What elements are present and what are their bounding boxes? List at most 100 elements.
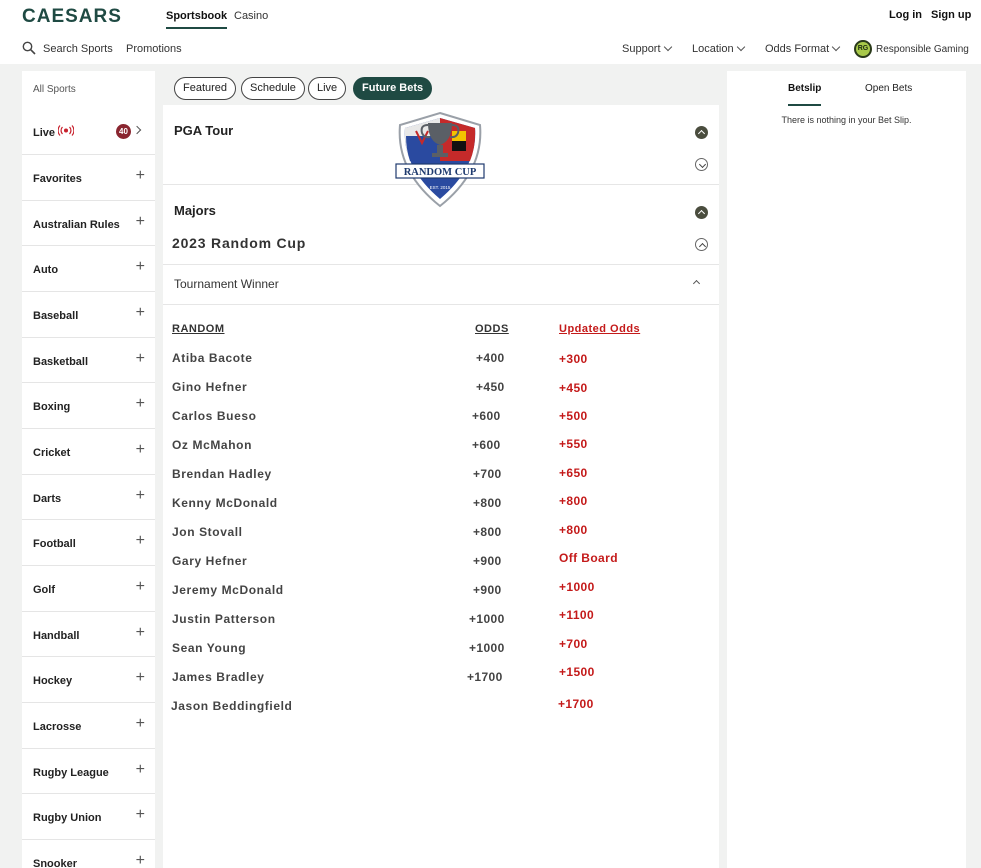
- plus-icon[interactable]: +: [136, 853, 145, 868]
- updated-odds-value[interactable]: +1500: [559, 665, 595, 679]
- odds-value[interactable]: +800: [473, 525, 502, 539]
- sidebar-item-golf[interactable]: Golf +: [22, 565, 155, 610]
- sidebar-item-rugby-league[interactable]: Rugby League +: [22, 748, 155, 793]
- updated-odds-value[interactable]: +800: [559, 494, 588, 508]
- updated-odds-value[interactable]: +700: [559, 637, 588, 651]
- odds-value[interactable]: +900: [473, 554, 502, 568]
- updated-odds-value[interactable]: +1700: [558, 697, 594, 711]
- odds-value[interactable]: +600: [472, 438, 501, 452]
- updated-odds-value[interactable]: +300: [559, 352, 588, 366]
- odds-value[interactable]: +900: [473, 583, 502, 597]
- sidebar-item-darts[interactable]: Darts +: [22, 474, 155, 519]
- player-name: Atiba Bacote: [172, 351, 253, 365]
- search-sports-link[interactable]: Search Sports: [43, 43, 113, 55]
- search-icon[interactable]: [22, 41, 36, 55]
- filter-schedule[interactable]: Schedule: [241, 77, 305, 100]
- location-menu[interactable]: Location: [692, 42, 745, 55]
- all-sports-label[interactable]: All Sports: [33, 84, 76, 95]
- sidebar-item-cricket[interactable]: Cricket +: [22, 428, 155, 473]
- updated-odds-value[interactable]: +500: [559, 409, 588, 423]
- plus-icon[interactable]: +: [136, 579, 145, 595]
- plus-icon[interactable]: +: [136, 716, 145, 732]
- filter-featured[interactable]: Featured: [174, 77, 237, 100]
- promotions-link[interactable]: Promotions: [126, 43, 182, 55]
- odds-value[interactable]: +1000: [469, 612, 505, 626]
- signup-link[interactable]: Sign up: [931, 9, 971, 21]
- collapse-icon[interactable]: [695, 206, 708, 219]
- sports-sidebar: All Sports Live 40 Favorites + Australian …: [22, 71, 155, 868]
- live-broadcast-icon: [58, 125, 74, 136]
- odds-value[interactable]: +800: [473, 496, 502, 510]
- chevron-up-icon[interactable]: [695, 238, 708, 251]
- sidebar-item-hockey[interactable]: Hockey +: [22, 656, 155, 701]
- sidebar-item-basketball[interactable]: Basketball +: [22, 337, 155, 382]
- odds-value[interactable]: +600: [472, 409, 501, 423]
- updated-odds-value[interactable]: +1100: [559, 608, 594, 622]
- plus-icon[interactable]: +: [136, 259, 145, 275]
- plus-icon[interactable]: +: [136, 762, 145, 778]
- updated-odds-value[interactable]: +1000: [559, 580, 595, 594]
- support-menu[interactable]: Support: [622, 42, 672, 55]
- divider: [163, 304, 719, 305]
- updated-odds-value[interactable]: +800: [559, 523, 588, 537]
- odds-value[interactable]: +1700: [467, 670, 503, 684]
- sidebar-item-rugby-union[interactable]: Rugby Union +: [22, 793, 155, 838]
- odds-value[interactable]: +700: [473, 467, 502, 481]
- player-name: Jason Beddingfield: [171, 699, 293, 713]
- sidebar-item-auto[interactable]: Auto +: [22, 245, 155, 290]
- sidebar-item-label: Auto: [33, 264, 59, 276]
- sidebar-item-lacrosse[interactable]: Lacrosse +: [22, 702, 155, 747]
- market-title[interactable]: Tournament Winner: [174, 277, 279, 291]
- support-label: Support: [622, 43, 661, 55]
- player-name: Brendan Hadley: [172, 467, 272, 481]
- sidebar-item-handball[interactable]: Handball +: [22, 611, 155, 656]
- section-pga-tour[interactable]: PGA Tour: [174, 123, 233, 138]
- plus-icon[interactable]: +: [136, 533, 145, 549]
- sidebar-item-boxing[interactable]: Boxing +: [22, 382, 155, 427]
- rg-icon: RG: [854, 40, 872, 58]
- plus-icon[interactable]: +: [136, 396, 145, 412]
- sidebar-item-snooker[interactable]: Snooker +: [22, 839, 155, 868]
- odds-value[interactable]: +400: [476, 351, 505, 365]
- plus-icon[interactable]: +: [136, 168, 145, 184]
- updated-odds-value[interactable]: Off Board: [559, 551, 618, 565]
- column-header-odds: ODDS: [475, 323, 509, 335]
- plus-icon[interactable]: +: [136, 442, 145, 458]
- plus-icon[interactable]: +: [136, 351, 145, 367]
- sidebar-item-baseball[interactable]: Baseball +: [22, 291, 155, 336]
- brand-logo[interactable]: CAESARS: [22, 6, 122, 28]
- updated-odds-value[interactable]: +650: [559, 466, 588, 480]
- sidebar-item-label: Basketball: [33, 356, 89, 368]
- odds-value[interactable]: +450: [476, 380, 505, 394]
- filter-live[interactable]: Live: [308, 77, 347, 100]
- section-majors[interactable]: Majors: [174, 203, 216, 218]
- sidebar-item-favorites[interactable]: Favorites +: [22, 154, 155, 199]
- sidebar-item-label: Golf: [33, 584, 55, 596]
- tab-casino[interactable]: Casino: [234, 10, 268, 22]
- tab-open-bets[interactable]: Open Bets: [865, 83, 912, 94]
- updated-odds-value[interactable]: +450: [559, 381, 588, 395]
- sidebar-item-label: Favorites: [33, 173, 82, 185]
- responsible-gaming-link[interactable]: Responsible Gaming: [876, 44, 969, 55]
- event-title[interactable]: 2023 Random Cup: [172, 235, 306, 251]
- sidebar-item-australian-rules[interactable]: Australian Rules +: [22, 200, 155, 245]
- odds-format-menu[interactable]: Odds Format: [765, 42, 841, 55]
- plus-icon[interactable]: +: [136, 625, 145, 641]
- odds-value[interactable]: +1000: [469, 641, 505, 655]
- plus-icon[interactable]: +: [136, 488, 145, 504]
- player-name: James Bradley: [172, 670, 265, 684]
- tab-sportsbook[interactable]: Sportsbook: [166, 10, 228, 29]
- plus-icon[interactable]: +: [136, 807, 145, 823]
- chevron-down-icon: [736, 42, 745, 52]
- filter-future-bets[interactable]: Future Bets: [353, 77, 433, 100]
- sidebar-item-football[interactable]: Football +: [22, 519, 155, 564]
- plus-icon[interactable]: +: [136, 305, 145, 321]
- chevron-up-icon[interactable]: [692, 279, 701, 288]
- plus-icon[interactable]: +: [136, 670, 145, 686]
- updated-odds-value[interactable]: +550: [559, 437, 588, 451]
- plus-icon[interactable]: +: [136, 214, 145, 230]
- collapse-icon[interactable]: [695, 126, 708, 139]
- login-link[interactable]: Log in: [889, 9, 922, 21]
- tab-betslip[interactable]: Betslip: [788, 83, 821, 94]
- expand-icon[interactable]: [695, 158, 708, 171]
